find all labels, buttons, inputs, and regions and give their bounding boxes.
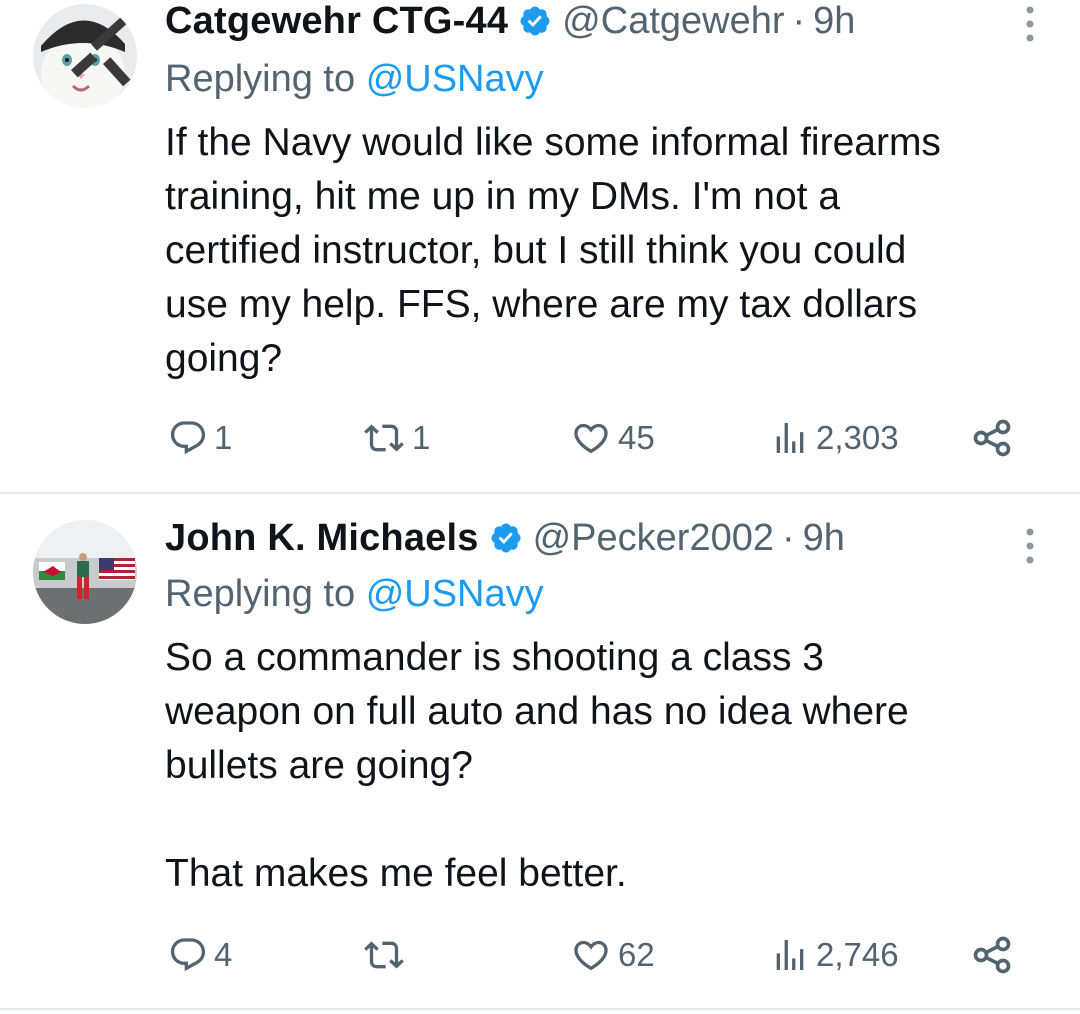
tweet[interactable]: Catgewehr CTG-44 @Catgewehr · 9h Replyin…	[0, 0, 1080, 494]
timestamp[interactable]: 9h	[813, 0, 855, 43]
like-count: 45	[618, 419, 655, 456]
views-count: 2,746	[816, 936, 899, 973]
replying-to: Replying to @USNavy	[165, 58, 544, 101]
handle[interactable]: @Pecker2002	[533, 517, 774, 560]
share-icon	[973, 936, 1011, 974]
views-count: 2,303	[816, 419, 899, 456]
replying-mention-link[interactable]: @USNavy	[366, 58, 544, 100]
timestamp[interactable]: 9h	[803, 517, 845, 560]
views-button[interactable]: 2,746	[770, 930, 899, 980]
views-chart-icon	[776, 423, 804, 453]
avatar[interactable]	[33, 520, 137, 624]
like-button[interactable]: 45	[570, 413, 655, 463]
heart-icon	[574, 423, 608, 454]
repost-button[interactable]: 1	[362, 413, 430, 463]
separator-dot: ·	[782, 516, 795, 559]
reply-button[interactable]: 4	[168, 930, 232, 980]
separator-dot: ·	[792, 0, 806, 42]
repost-icon	[364, 424, 404, 452]
tweet[interactable]: John K. Michaels @Pecker2002 · 9h Replyi…	[0, 494, 1080, 1010]
display-name[interactable]: John K. Michaels	[165, 517, 479, 560]
heart-icon	[574, 940, 608, 971]
tweet-text: So a commander is shooting a class 3 wea…	[165, 636, 909, 895]
views-chart-icon	[776, 940, 804, 970]
verified-badge-icon	[520, 6, 550, 36]
repost-icon	[364, 941, 404, 969]
tweet-text: If the Navy would like some informal fir…	[165, 121, 941, 380]
replying-mention-link[interactable]: @USNavy	[366, 573, 544, 615]
replying-prefix: Replying to	[165, 573, 356, 615]
tweet-actions: 4 62 2,746	[0, 930, 1080, 980]
man-with-flags-avatar	[33, 520, 137, 624]
share-button[interactable]	[970, 413, 1014, 463]
views-button[interactable]: 2,303	[770, 413, 899, 463]
verified-badge-icon	[491, 523, 521, 553]
share-icon	[973, 419, 1011, 457]
repost-button[interactable]	[362, 930, 412, 980]
reply-button[interactable]: 1	[168, 413, 232, 463]
cat-with-rifle-avatar	[33, 4, 137, 108]
more-options-icon[interactable]	[1024, 4, 1036, 44]
avatar[interactable]	[33, 4, 137, 108]
reply-count: 4	[214, 936, 233, 973]
more-options-icon[interactable]	[1024, 526, 1036, 566]
tweet-header: Catgewehr CTG-44 @Catgewehr · 9h	[165, 0, 855, 44]
like-button[interactable]: 62	[570, 930, 655, 980]
display-name[interactable]: Catgewehr CTG-44	[165, 0, 508, 43]
tweet-actions: 1 1 45 2,303	[0, 413, 1080, 463]
reply-icon	[170, 938, 206, 972]
reply-icon	[170, 421, 206, 455]
reply-count: 1	[214, 419, 233, 456]
repost-count: 1	[412, 419, 431, 456]
tweet-header: John K. Michaels @Pecker2002 · 9h	[165, 515, 845, 561]
replying-to: Replying to @USNavy	[165, 573, 544, 616]
share-button[interactable]	[970, 930, 1014, 980]
handle[interactable]: @Catgewehr	[562, 0, 784, 43]
replying-prefix: Replying to	[165, 58, 356, 100]
like-count: 62	[618, 936, 655, 973]
